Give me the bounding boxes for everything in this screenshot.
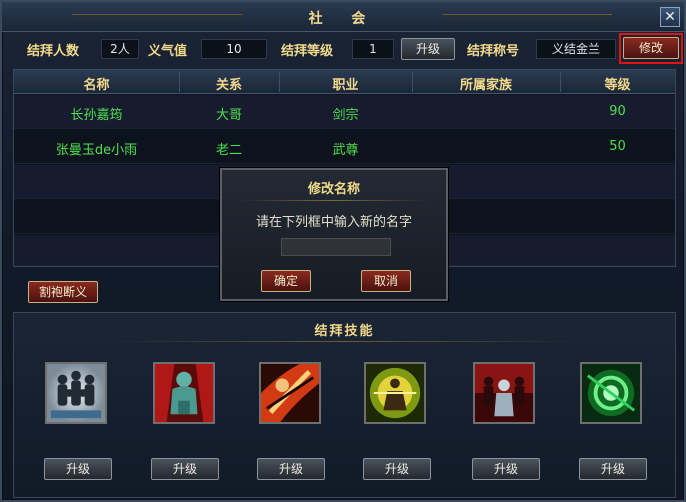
member-class: 剑宗 bbox=[332, 108, 359, 123]
member-name: 长孙嘉筠 bbox=[70, 108, 123, 123]
header-level: 等级 bbox=[604, 78, 631, 93]
new-name-input[interactable] bbox=[281, 238, 391, 256]
table-row[interactable]: 张曼玉de小雨 老二 武尊 50 bbox=[14, 130, 675, 164]
skills-divider bbox=[104, 341, 585, 342]
social-window: 社 会 ✕ 结拜人数 2人 义气值 10 结拜等级 1 升级 结拜称号 义结金兰… bbox=[0, 0, 686, 502]
header-name: 名称 bbox=[83, 78, 110, 93]
member-class: 武尊 bbox=[332, 143, 359, 158]
loyalty-label: 义气值 bbox=[148, 44, 188, 59]
skill-upgrade-button[interactable]: 升级 bbox=[579, 458, 647, 480]
dialog-message: 请在下列框中输入新的名字 bbox=[255, 215, 412, 230]
disband-button[interactable]: 割袍断义 bbox=[28, 281, 98, 303]
group-figures-icon[interactable] bbox=[45, 362, 107, 424]
edit-title-button[interactable]: 修改 bbox=[623, 37, 679, 59]
skill-upgrade-button[interactable]: 升级 bbox=[151, 458, 219, 480]
member-relation: 大哥 bbox=[215, 108, 242, 123]
member-name: 张曼玉de小雨 bbox=[55, 143, 138, 158]
loyalty-value: 10 bbox=[201, 39, 267, 59]
members-value: 2人 bbox=[101, 39, 139, 59]
skill-upgrade-button[interactable]: 升级 bbox=[363, 458, 431, 480]
level-value: 1 bbox=[352, 39, 394, 59]
title-bar: 社 会 ✕ bbox=[2, 2, 684, 32]
member-level: 50 bbox=[609, 139, 626, 154]
dialog-divider bbox=[240, 200, 428, 201]
header-relation: 关系 bbox=[215, 78, 242, 93]
table-header: 名称 关系 职业 所属家族 等级 bbox=[14, 70, 675, 94]
red-crowd-icon[interactable] bbox=[473, 362, 535, 424]
level-label: 结拜等级 bbox=[281, 44, 334, 59]
golden-aura-icon[interactable] bbox=[364, 362, 426, 424]
close-button[interactable]: ✕ bbox=[660, 7, 680, 27]
header-class: 职业 bbox=[332, 78, 359, 93]
skills-title: 结拜技能 bbox=[314, 324, 375, 339]
dialog-title: 修改名称 bbox=[307, 182, 360, 197]
member-level: 90 bbox=[609, 104, 626, 119]
red-warrior-icon[interactable] bbox=[153, 362, 215, 424]
cancel-button[interactable]: 取消 bbox=[361, 270, 411, 292]
skill-upgrade-button[interactable]: 升级 bbox=[472, 458, 540, 480]
title-label: 结拜称号 bbox=[467, 44, 520, 59]
confirm-button[interactable]: 确定 bbox=[261, 270, 311, 292]
level-upgrade-button[interactable]: 升级 bbox=[401, 38, 455, 60]
skills-panel: 结拜技能 升级 升级 升级 升级 升级 升级 bbox=[13, 312, 676, 498]
title-value: 义结金兰 bbox=[536, 39, 616, 59]
rename-dialog: 修改名称 请在下列框中输入新的名字 确定 取消 bbox=[220, 168, 448, 301]
header-family: 所属家族 bbox=[459, 78, 512, 93]
green-vortex-icon[interactable] bbox=[580, 362, 642, 424]
member-relation: 老二 bbox=[215, 143, 242, 158]
window-title: 社 会 bbox=[308, 11, 378, 27]
skill-upgrade-button[interactable]: 升级 bbox=[44, 458, 112, 480]
fire-slash-icon[interactable] bbox=[259, 362, 321, 424]
skill-upgrade-button[interactable]: 升级 bbox=[257, 458, 325, 480]
table-row[interactable]: 长孙嘉筠 大哥 剑宗 90 bbox=[14, 95, 675, 129]
members-label: 结拜人数 bbox=[27, 44, 80, 59]
